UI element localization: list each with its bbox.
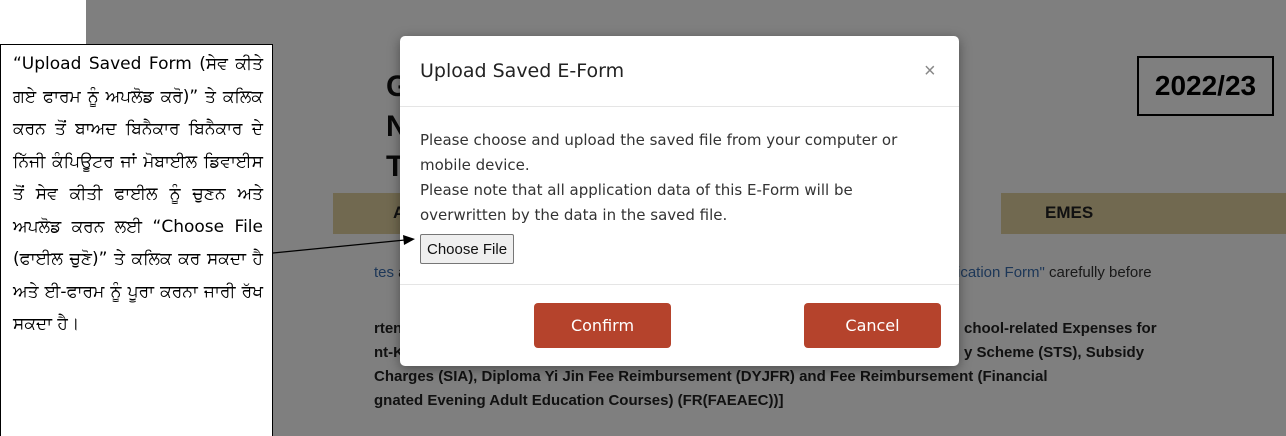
confirm-button[interactable]: Confirm [534, 303, 671, 348]
dialog-body-line-3: Please note that all application data of… [420, 181, 853, 199]
dialog-header-divider [400, 106, 959, 107]
upload-saved-eform-dialog: Upload Saved E-Form × Please choose and … [400, 36, 959, 366]
annotation-callout: “Upload Saved Form (ਸੇਵ ਕੀਤੇ ਗਏ ਫਾਰਮ ਨੂੰ… [0, 44, 273, 436]
close-icon[interactable]: × [924, 60, 936, 83]
dialog-body-line-1: Please choose and upload the saved file … [420, 131, 898, 149]
dialog-body-line-4: overwritten by the data in the saved fil… [420, 206, 728, 224]
annotation-text: “Upload Saved Form (ਸੇਵ ਕੀਤੇ ਗਏ ਫਾਰਮ ਨੂੰ… [13, 54, 263, 334]
cancel-button[interactable]: Cancel [804, 303, 941, 348]
dialog-body-line-2: mobile device. [420, 156, 530, 174]
choose-file-button[interactable]: Choose File [420, 234, 515, 264]
dialog-title: Upload Saved E-Form [420, 60, 625, 82]
dialog-footer-divider [400, 284, 959, 285]
